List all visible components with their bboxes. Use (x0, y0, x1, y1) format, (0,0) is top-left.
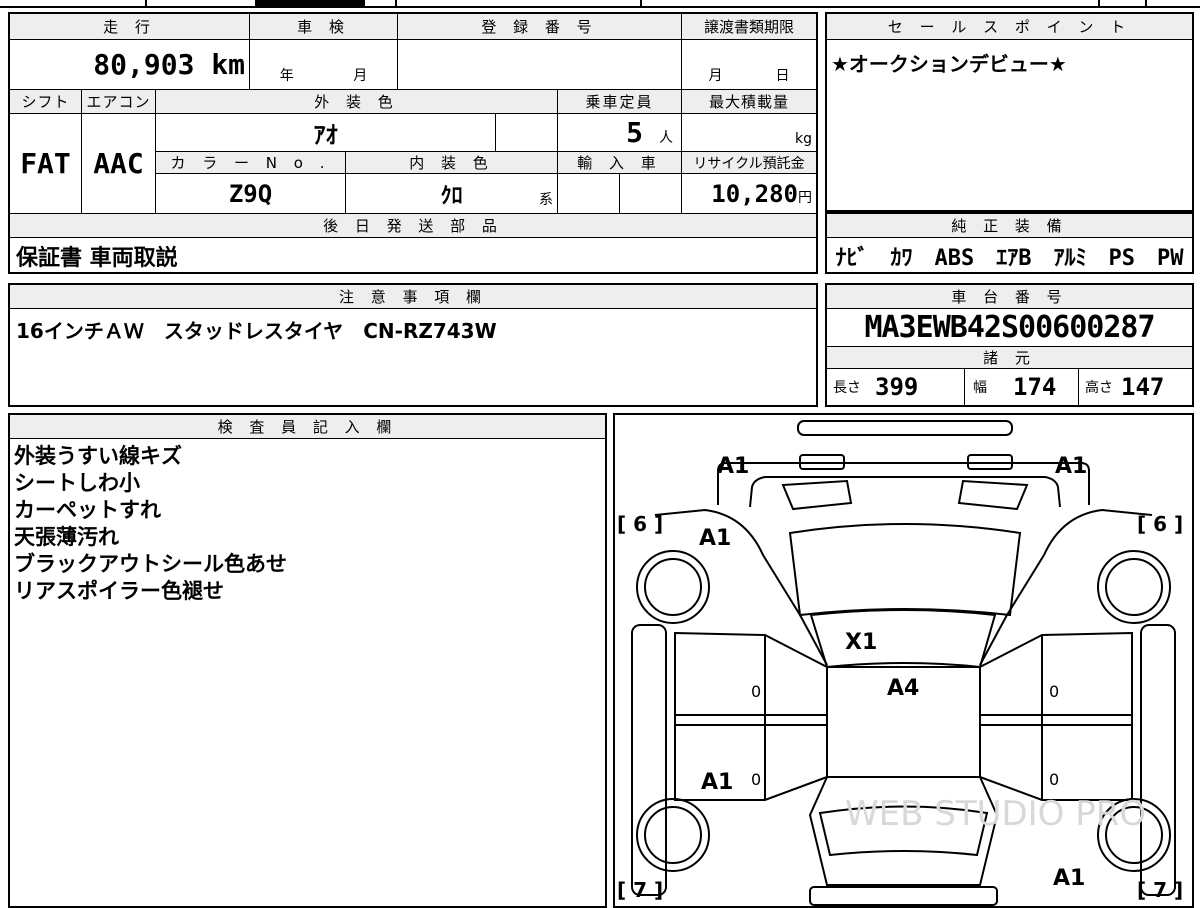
recycle-header: リサイクル預託金 (682, 152, 816, 174)
length-cell: 長さ 399 (827, 369, 965, 405)
length-label: 長さ (833, 380, 861, 396)
length-value: 399 (875, 373, 919, 401)
import-header: 輸 入 車 (558, 152, 682, 174)
capacity-value: 5 人 (558, 114, 682, 152)
capacity-unit: 人 (659, 130, 673, 146)
mark-left-door-lower: 0 (751, 770, 761, 789)
tire-front-right: [ 6 ] (1137, 512, 1183, 536)
vehicle-info-table: 走 行 車 検 登 録 番 号 譲渡書類期限 80,903 km 年 月 月 日… (8, 12, 818, 274)
sales-points-text: ★オークションデビュー★ (831, 52, 1067, 76)
mark-roof-front: X1 (845, 630, 877, 655)
interior-color-suffix: 系 (539, 192, 553, 208)
car-diagram-panel: WEB STUDIO PRO A1 A1 A1 X1 A4 A1 A1 0 0 … (613, 413, 1194, 908)
color-no-value: Z9Q (156, 174, 346, 214)
inspector-line: リアスポイラー色褪せ (14, 579, 224, 603)
aircon-text: AAC (93, 147, 144, 180)
width-label: 幅 (973, 380, 987, 396)
tire-rear-left: [ 7 ] (617, 878, 663, 902)
mark-rear-left: A1 (701, 770, 733, 795)
genuine-equipment-header: 純 正 装 備 (827, 214, 1192, 238)
shift-header: シフト (10, 90, 82, 114)
mark-front-left-fender: A1 (699, 526, 731, 551)
height-value: 147 (1121, 373, 1165, 401)
watermark: WEB STUDIO PRO (845, 794, 1146, 834)
inspector-line: ブラックアウトシール色あせ (14, 552, 287, 576)
color-no-text: Z9Q (228, 179, 273, 208)
recycle-unit: 円 (798, 190, 812, 206)
inspector-panel: 検 査 員 記 入 欄 外装うすい線キズ シートしわ小 カーペットすれ 天張薄汚… (8, 413, 607, 908)
notes-text: 16インチＡＷ スタッドレスタイヤ CN-RZ743W (16, 319, 497, 343)
capacity-header: 乗車定員 (558, 90, 682, 114)
exterior-color-header: 外 装 色 (156, 90, 558, 114)
registration-header: 登 録 番 号 (398, 14, 682, 40)
inspector-lines: 外装うすい線キズ シートしわ小 カーペットすれ 天張薄汚れ ブラックアウトシール… (14, 443, 287, 605)
max-load-value: kg (682, 114, 816, 152)
import-value-b (620, 174, 682, 214)
sales-points-header: セ ー ル ス ポ イ ン ト (827, 14, 1192, 40)
interior-color-value: ｸﾛ 系 (346, 174, 558, 214)
inspection-year-unit: 年 (279, 68, 294, 84)
notes-panel: 注 意 事 項 欄 16インチＡＷ スタッドレスタイヤ CN-RZ743W (8, 283, 818, 407)
height-label: 高さ (1085, 380, 1113, 396)
transfer-deadline-header: 譲渡書類期限 (682, 14, 816, 40)
aircon-value: AAC (82, 114, 156, 214)
genuine-equipment-text: ﾅﾋﾞ ｶﾜ ABS ｴｱB ｱﾙﾐ PS PW (835, 246, 1184, 271)
inspector-line: 天張薄汚れ (14, 525, 119, 549)
genuine-equipment-panel: 純 正 装 備 ﾅﾋﾞ ｶﾜ ABS ｴｱB ｱﾙﾐ PS PW (825, 212, 1194, 274)
recycle-text: 10,280 (711, 179, 798, 208)
width-cell: 幅 174 (965, 369, 1079, 405)
height-cell: 高さ 147 (1079, 369, 1192, 405)
inspection-header: 車 検 (250, 14, 398, 40)
shift-value: FAT (10, 114, 82, 214)
mark-right-door-upper: 0 (1049, 682, 1059, 701)
car-damage-diagram: WEB STUDIO PRO A1 A1 A1 X1 A4 A1 A1 0 0 … (617, 420, 1183, 906)
mileage-value: 80,903 km (10, 40, 250, 90)
mileage-text: 80,903 km (93, 48, 245, 81)
mark-left-door-upper: 0 (751, 682, 761, 701)
registration-value (398, 40, 682, 90)
later-parts-value: 保証書 車両取説 (16, 246, 178, 271)
mark-roof: A4 (887, 676, 919, 701)
tire-rear-right: [ 7 ] (1137, 878, 1183, 902)
inspector-line: カーペットすれ (14, 498, 161, 522)
interior-color-header: 内 装 色 (346, 152, 558, 174)
notes-header: 注 意 事 項 欄 (10, 285, 816, 309)
inspection-value: 年 月 (250, 40, 398, 90)
mark-right-door-lower: 0 (1049, 770, 1059, 789)
transfer-month-unit: 月 (708, 68, 723, 84)
mark-front-right-corner: A1 (1055, 454, 1087, 479)
chassis-number: MA3EWB42S00600287 (827, 309, 1192, 347)
chassis-header: 車 台 番 号 (827, 285, 1192, 309)
max-load-header: 最大積載量 (682, 90, 816, 114)
inspection-month-unit: 月 (353, 68, 368, 84)
transfer-day-unit: 日 (775, 68, 790, 84)
inspector-line: 外装うすい線キズ (14, 444, 182, 468)
color-no-header: カ ラ ー N o . (156, 152, 346, 174)
tire-front-left: [ 6 ] (617, 512, 663, 536)
mark-rear-right-corner: A1 (1053, 866, 1085, 891)
capacity-text: 5 (626, 116, 643, 149)
inspector-header: 検 査 員 記 入 欄 (10, 415, 605, 439)
import-value-a (558, 174, 620, 214)
width-value: 174 (1013, 373, 1057, 401)
transfer-deadline-value: 月 日 (682, 40, 816, 90)
exterior-color-text: ｱｵ (313, 121, 338, 149)
top-clipped-strip (0, 0, 1200, 8)
shift-text: FAT (20, 147, 71, 180)
max-load-unit: kg (795, 131, 812, 147)
later-parts-header: 後 日 発 送 部 品 (10, 214, 816, 238)
chassis-panel: 車 台 番 号 MA3EWB42S00600287 諸 元 長さ 399 幅 1… (825, 283, 1194, 407)
inspector-line: シートしわ小 (14, 471, 140, 495)
mileage-header: 走 行 (10, 14, 250, 40)
exterior-color-extra (496, 114, 558, 152)
interior-color-text: ｸﾛ (440, 183, 463, 209)
specs-header: 諸 元 (827, 347, 1192, 369)
sales-points-panel: セ ー ル ス ポ イ ン ト ★オークションデビュー★ (825, 12, 1194, 212)
aircon-header: エアコン (82, 90, 156, 114)
exterior-color-value: ｱｵ (156, 114, 496, 152)
recycle-value: 10,280 円 (682, 174, 816, 214)
mark-front-left-corner: A1 (717, 454, 749, 479)
